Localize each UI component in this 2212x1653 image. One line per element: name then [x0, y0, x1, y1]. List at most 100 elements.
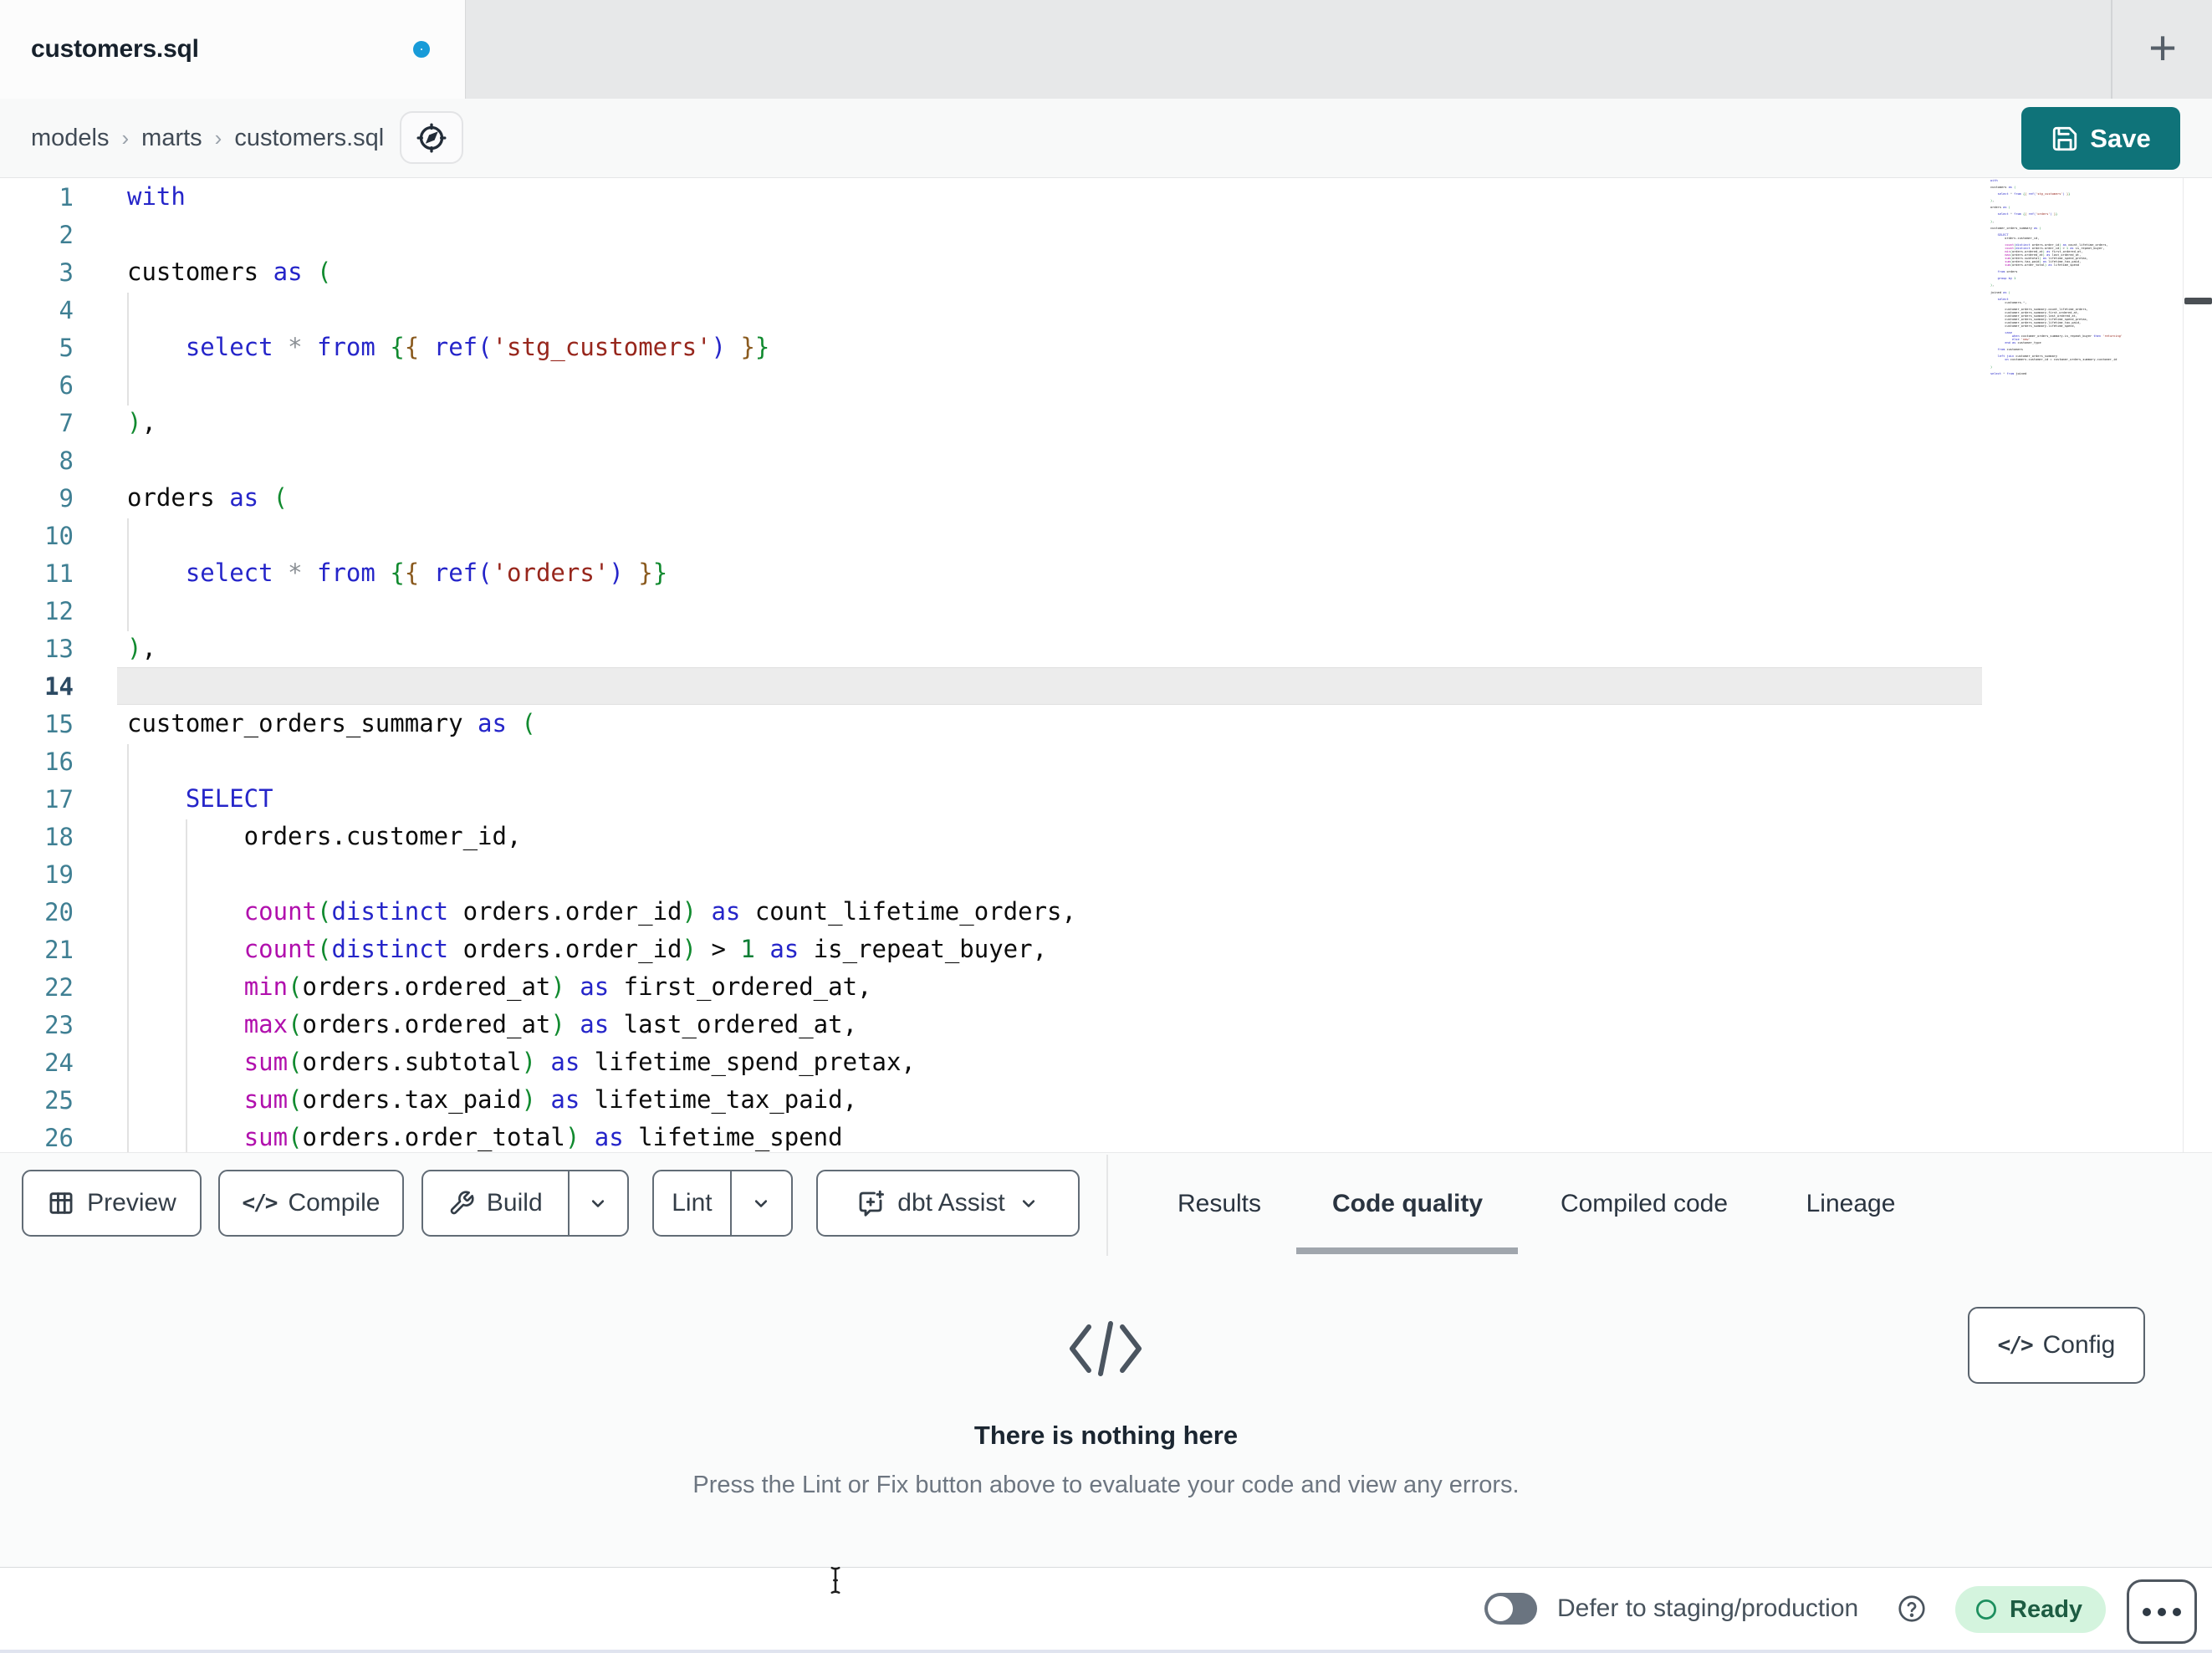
code-text[interactable]: [117, 592, 1982, 630]
tab-lineage[interactable]: Lineage: [1784, 1153, 1918, 1255]
empty-state-description: Press the Lint or Fix button above to ev…: [692, 1472, 1520, 1498]
save-button[interactable]: Save: [2021, 107, 2180, 170]
line-number: 22: [44, 972, 74, 1002]
preview-button[interactable]: Preview: [22, 1170, 202, 1237]
code-line-6[interactable]: 6: [0, 366, 1982, 404]
line-number: 5: [59, 333, 74, 362]
breadcrumb-bar: models › marts › customers.sql Save: [0, 99, 2212, 178]
table-icon: [47, 1189, 75, 1217]
defer-toggle[interactable]: [1484, 1593, 1537, 1625]
line-number: 2: [59, 220, 74, 249]
code-text[interactable]: [117, 742, 1982, 780]
code-editor[interactable]: 1 with 2 3 customers as (4 5 select * from {{…: [0, 178, 2212, 1152]
code-text[interactable]: [117, 366, 1982, 404]
code-line-11[interactable]: 11 select * from {{ ref('orders') }}: [0, 554, 1982, 592]
help-icon[interactable]: [1897, 1594, 1927, 1624]
compass-icon: [415, 121, 448, 155]
code-text[interactable]: sum(orders.order_total) as lifetime_spen…: [117, 1119, 1982, 1152]
tab-results[interactable]: Results: [1157, 1153, 1282, 1255]
tab-compiled-code[interactable]: Compiled code: [1535, 1153, 1753, 1255]
code-line-2[interactable]: 2: [0, 216, 1982, 253]
chevron-down-icon: [749, 1191, 773, 1215]
chevron-down-icon: [586, 1191, 610, 1215]
code-line-4[interactable]: 4: [0, 291, 1982, 329]
preview-button-label: Preview: [87, 1189, 176, 1217]
code-text[interactable]: sum(orders.tax_paid) as lifetime_tax_pai…: [117, 1081, 1982, 1119]
editor-scrollbar-thumb[interactable]: [2184, 298, 2212, 304]
lint-button[interactable]: Lint: [654, 1171, 730, 1235]
line-number: 8: [59, 446, 74, 475]
code-text[interactable]: orders.customer_id,: [117, 818, 1982, 855]
code-text[interactable]: ),: [117, 630, 1982, 667]
code-line-20[interactable]: 20 count(distinct orders.order_id) as co…: [0, 893, 1982, 931]
code-line-24[interactable]: 24 sum(orders.subtotal) as lifetime_spen…: [0, 1043, 1982, 1081]
code-line-22[interactable]: 22 min(orders.ordered_at) as first_order…: [0, 968, 1982, 1006]
code-line-9[interactable]: 9 orders as (: [0, 479, 1982, 517]
explore-lineage-button[interactable]: [400, 111, 463, 164]
code-quality-panel: There is nothing here Press the Lint or …: [0, 1257, 2212, 1567]
code-text[interactable]: max(orders.ordered_at) as last_ordered_a…: [117, 1006, 1982, 1043]
code-line-14[interactable]: 14: [0, 667, 1982, 705]
compile-button[interactable]: </> Compile: [218, 1170, 404, 1237]
code-text[interactable]: orders as (: [117, 479, 1982, 517]
code-line-21[interactable]: 21 count(distinct orders.order_id) > 1 a…: [0, 931, 1982, 968]
code-text[interactable]: [117, 291, 1982, 329]
code-line-5[interactable]: 5 select * from {{ ref('stg_customers') …: [0, 329, 1982, 366]
lint-button-label: Lint: [672, 1189, 713, 1217]
breadcrumb-item-models[interactable]: models: [31, 125, 110, 152]
code-text[interactable]: [117, 441, 1982, 479]
code-text[interactable]: ),: [117, 404, 1982, 441]
code-text[interactable]: with: [117, 178, 1982, 216]
line-number: 23: [44, 1010, 74, 1039]
code-line-16[interactable]: 16: [0, 742, 1982, 780]
code-text[interactable]: count(distinct orders.order_id) > 1 as i…: [117, 931, 1982, 968]
breadcrumb-item-marts[interactable]: marts: [141, 125, 202, 152]
build-options-button[interactable]: [570, 1171, 627, 1235]
config-button[interactable]: </> Config: [1968, 1307, 2145, 1384]
code-text[interactable]: min(orders.ordered_at) as first_ordered_…: [117, 968, 1982, 1006]
breadcrumb: models › marts › customers.sql: [31, 99, 384, 177]
line-number: 17: [44, 784, 74, 814]
code-text[interactable]: sum(orders.subtotal) as lifetime_spend_p…: [117, 1043, 1982, 1081]
dbt-assist-button[interactable]: dbt Assist: [816, 1170, 1080, 1237]
line-number: 1: [59, 182, 74, 212]
code-line-15[interactable]: 15 customer_orders_summary as (: [0, 705, 1982, 742]
assist-chat-sparkle-icon: [856, 1188, 886, 1218]
code-line-18[interactable]: 18 orders.customer_id,: [0, 818, 1982, 855]
code-line-10[interactable]: 10: [0, 517, 1982, 554]
code-line-1[interactable]: 1 with: [0, 178, 1982, 216]
line-number: 25: [44, 1085, 74, 1115]
code-text[interactable]: [117, 855, 1982, 893]
tab-code-quality[interactable]: Code quality: [1311, 1153, 1504, 1255]
code-line-23[interactable]: 23 max(orders.ordered_at) as last_ordere…: [0, 1006, 1982, 1043]
code-line-19[interactable]: 19: [0, 855, 1982, 893]
code-text[interactable]: SELECT: [117, 780, 1982, 818]
code-text[interactable]: [117, 216, 1982, 253]
line-number: 20: [44, 897, 74, 926]
code-line-26[interactable]: 26 sum(orders.order_total) as lifetime_s…: [0, 1119, 1982, 1152]
code-text[interactable]: select * from {{ ref('orders') }}: [117, 554, 1982, 592]
code-line-12[interactable]: 12: [0, 592, 1982, 630]
code-text[interactable]: [117, 667, 1982, 705]
code-line-13[interactable]: 13),: [0, 630, 1982, 667]
code-line-7[interactable]: 7),: [0, 404, 1982, 441]
code-text[interactable]: customer_orders_summary as (: [117, 705, 1982, 742]
code-line-8[interactable]: 8: [0, 441, 1982, 479]
code-text[interactable]: [117, 517, 1982, 554]
new-tab-button[interactable]: +: [2131, 17, 2194, 80]
line-number: 7: [59, 408, 74, 437]
code-text[interactable]: count(distinct orders.order_id) as count…: [117, 893, 1982, 931]
wrench-icon: [448, 1190, 475, 1217]
code-text[interactable]: select * from {{ ref('stg_customers') }}: [117, 329, 1982, 366]
lint-options-button[interactable]: [732, 1171, 791, 1235]
more-options-button[interactable]: [2127, 1579, 2197, 1644]
file-tab-customers-sql[interactable]: customers.sql: [0, 0, 466, 99]
build-button-label: Build: [486, 1189, 543, 1217]
code-text[interactable]: customers as (: [117, 253, 1982, 291]
build-button[interactable]: Build: [423, 1171, 568, 1235]
minimap[interactable]: with customers as ( select * from {{ ref(…: [1990, 179, 2181, 421]
code-line-3[interactable]: 3 customers as (: [0, 253, 1982, 291]
code-glyph-icon: [1064, 1312, 1147, 1385]
code-line-25[interactable]: 25 sum(orders.tax_paid) as lifetime_tax_…: [0, 1081, 1982, 1119]
code-line-17[interactable]: 17 SELECT: [0, 780, 1982, 818]
